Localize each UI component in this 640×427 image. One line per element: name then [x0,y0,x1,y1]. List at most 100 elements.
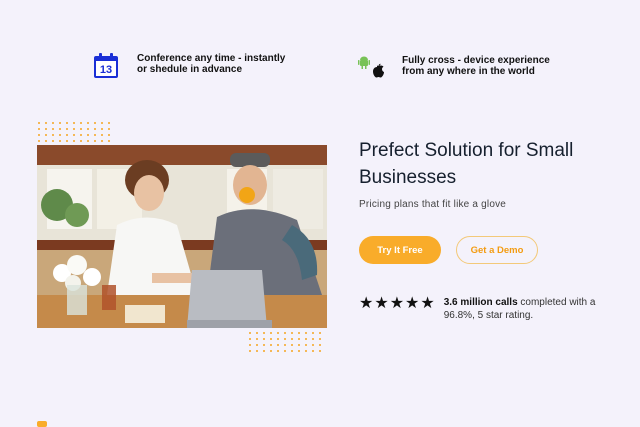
dot [256,338,258,340]
dot [59,134,61,136]
dot [263,332,265,334]
dot [87,134,89,136]
star-icon: ★ [420,295,435,312]
dot [284,338,286,340]
dot [94,134,96,136]
dot [277,344,279,346]
dot [270,344,272,346]
dot [45,128,47,130]
dot [312,344,314,346]
dot [263,338,265,340]
get-a-demo-button[interactable]: Get a Demo [456,236,538,264]
dot [319,350,321,352]
dot [270,338,272,340]
dot [38,122,40,124]
dot [108,134,110,136]
dot [249,344,251,346]
dot [66,134,68,136]
dot [73,122,75,124]
dot [256,344,258,346]
dot [291,332,293,334]
dot [38,140,40,142]
dot [284,344,286,346]
dot [319,338,321,340]
dot [277,332,279,334]
dot [52,134,54,136]
apple-icon [373,63,384,78]
dot [305,350,307,352]
dot [45,140,47,142]
dot [108,122,110,124]
dot [80,140,82,142]
dot [305,338,307,340]
dot [249,338,251,340]
partial-next-section [37,421,47,427]
dot [312,332,314,334]
hero-title: Prefect Solution for Small Businesses [359,140,574,188]
decorative-dots-top [38,122,115,146]
dot [59,128,61,130]
dot [108,140,110,142]
dot [59,140,61,142]
feature-text-conference: Conference any time - instantly or shedu… [137,53,286,75]
feature-conference: 13 Conference any time - instantly or sh… [93,53,297,79]
star-icon: ★ [359,295,374,312]
dot [101,140,103,142]
dot [305,332,307,334]
dot [52,140,54,142]
dot [263,350,265,352]
dot [298,338,300,340]
dot [59,122,61,124]
dot [298,344,300,346]
star-icon: ★ [389,295,405,312]
dot [73,128,75,130]
rating-highlight: 3.6 million calls [443,297,518,308]
dot [263,344,265,346]
dot [312,350,314,352]
dot [101,122,103,124]
dot [66,128,68,130]
try-it-free-button[interactable]: Try It Free [359,236,441,264]
dot [319,332,321,334]
dot [305,344,307,346]
rating-text: 3.6 million calls completed with a 96.8%… [444,296,604,322]
star-rating: ★ ★ ★ ★ ★ [359,296,436,322]
star-icon: ★ [374,295,389,312]
dot [38,134,40,136]
dot [87,140,89,142]
dot [38,128,40,130]
dot [94,140,96,142]
rating-block: ★ ★ ★ ★ ★ 3.6 million calls completed wi… [359,296,604,322]
android-icon [358,56,370,69]
dot [256,350,258,352]
dot [80,122,82,124]
dot [319,344,321,346]
dot [52,128,54,130]
dot [277,350,279,352]
dot [284,332,286,334]
dot [291,350,293,352]
feature-text-cross-device: Fully cross - device experience from any… [402,55,550,77]
dot [108,128,110,130]
dot [298,332,300,334]
dot [80,128,82,130]
dot [298,350,300,352]
calendar-day: 13 [100,64,112,76]
dot [80,134,82,136]
dot [101,134,103,136]
dot [249,350,251,352]
dot [256,332,258,334]
dot [291,344,293,346]
dot [277,338,279,340]
star-icon: ★ [405,295,420,312]
decorative-dots-bottom [249,332,326,356]
dot [66,140,68,142]
dot [284,350,286,352]
android-apple-icons [358,55,384,81]
dot [45,122,47,124]
dot [87,122,89,124]
calendar-icon: 13 [93,53,119,79]
dot [73,140,75,142]
dot [66,122,68,124]
dot [45,134,47,136]
